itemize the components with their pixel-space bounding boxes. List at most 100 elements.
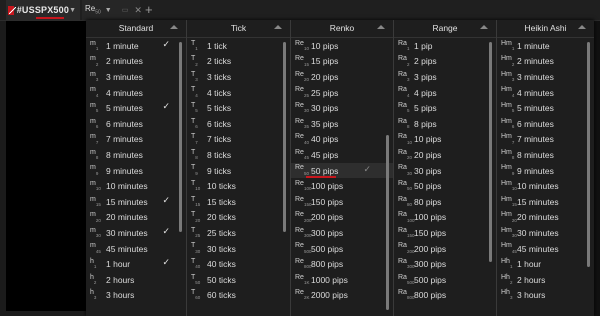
timeframe-option[interactable]: T9 9 ticks [187, 163, 290, 179]
timeframe-option[interactable]: m1 1 minute ✓ [86, 38, 186, 54]
scrollbar[interactable] [386, 135, 389, 310]
timeframe-option[interactable]: Re50 50 pips ✓ [291, 162, 393, 179]
scroll-up-icon[interactable] [170, 25, 178, 29]
timeframe-option[interactable]: Hm45 45 minutes [497, 241, 594, 257]
timeframe-option[interactable]: Re1K 1000 pips [291, 272, 393, 288]
timeframe-option[interactable]: T3 3 ticks [187, 69, 290, 85]
timeframe-option[interactable]: m7 7 minutes [86, 132, 186, 148]
timeframe-option[interactable]: Hh3 3 hours [497, 288, 594, 304]
timeframe-option[interactable]: T10 10 ticks [187, 178, 290, 194]
timeframe-option[interactable]: T6 6 ticks [187, 116, 290, 132]
timeframe-option[interactable]: T30 30 ticks [187, 241, 290, 257]
timeframe-option[interactable]: Ra50 50 pips [394, 178, 496, 194]
timeframe-option[interactable]: h3 3 hours [86, 288, 186, 304]
timeframe-option[interactable]: Re10 10 pips [291, 38, 393, 54]
timeframe-option[interactable]: Ra5 5 pips [394, 100, 496, 116]
tab-chart-type[interactable]: Re50 ▼ ▭ ✕ [82, 0, 142, 20]
timeframe-option[interactable]: Hm2 2 minutes [497, 54, 594, 70]
timeframe-option[interactable]: Ra10 10 pips [394, 132, 496, 148]
timeframe-option[interactable]: T15 15 ticks [187, 194, 290, 210]
timeframe-option[interactable]: Hm7 7 minutes [497, 132, 594, 148]
timeframe-option[interactable]: m30 30 minutes ✓ [86, 225, 186, 241]
timeframe-option[interactable]: Re200 200 pips [291, 210, 393, 226]
timeframe-option[interactable]: m8 8 minutes [86, 147, 186, 163]
timeframe-option[interactable]: T25 25 ticks [187, 225, 290, 241]
timeframe-option[interactable]: Ra2 2 pips [394, 54, 496, 70]
timeframe-option[interactable]: Re2K 2000 pips [291, 288, 393, 304]
chevron-down-icon[interactable]: ▼ [69, 7, 76, 14]
timeframe-option[interactable]: Hm15 15 minutes [497, 194, 594, 210]
timeframe-option[interactable]: Ra100 100 pips [394, 210, 496, 226]
chevron-down-icon[interactable]: ▼ [105, 7, 112, 14]
timeframe-option[interactable]: Re45 45 pips [291, 147, 393, 163]
timeframe-option[interactable]: T7 7 ticks [187, 132, 290, 148]
timeframe-option[interactable]: Re15 15 pips [291, 54, 393, 70]
timeframe-option[interactable]: Re35 35 pips [291, 116, 393, 132]
timeframe-option[interactable]: Hm6 6 minutes [497, 116, 594, 132]
timeframe-option[interactable]: Ra30 30 pips [394, 163, 496, 179]
timeframe-option[interactable]: h2 2 hours [86, 272, 186, 288]
timeframe-option[interactable]: T1 1 tick [187, 38, 290, 54]
timeframe-option[interactable]: m9 9 minutes [86, 163, 186, 179]
timeframe-option[interactable]: T20 20 ticks [187, 210, 290, 226]
scrollbar[interactable] [179, 42, 182, 232]
timeframe-option[interactable]: m45 45 minutes [86, 241, 186, 257]
timeframe-option[interactable]: Ra20 20 pips [394, 147, 496, 163]
timeframe-option[interactable]: Re150 150 pips [291, 194, 393, 210]
timeframe-option[interactable]: Ra500 500 pips [394, 272, 496, 288]
timeframe-option[interactable]: Ra800 800 pips [394, 288, 496, 304]
timeframe-option[interactable]: Hh2 2 hours [497, 272, 594, 288]
timeframe-option[interactable]: Ra200 200 pips [394, 241, 496, 257]
timeframe-option[interactable]: T40 40 ticks [187, 256, 290, 272]
scrollbar[interactable] [587, 42, 590, 267]
scrollbar[interactable] [283, 42, 286, 232]
timeframe-option[interactable]: Hm9 9 minutes [497, 163, 594, 179]
timeframe-option[interactable]: Hm20 20 minutes [497, 210, 594, 226]
tab-symbol[interactable]: #USSPX500 ▼ [6, 0, 80, 20]
timeframe-option[interactable]: h1 1 hour ✓ [86, 256, 186, 272]
close-icon[interactable]: ✕ [134, 5, 142, 16]
scroll-up-icon[interactable] [274, 25, 282, 29]
timeframe-option[interactable]: Hm4 4 minutes [497, 85, 594, 101]
timeframe-option[interactable]: Ra300 300 pips [394, 256, 496, 272]
timeframe-option[interactable]: Re800 800 pips [291, 256, 393, 272]
chart-canvas[interactable] [6, 21, 86, 311]
scrollbar[interactable] [489, 42, 492, 262]
timeframe-option[interactable]: Hm3 3 minutes [497, 69, 594, 85]
timeframe-option[interactable]: T50 50 ticks [187, 272, 290, 288]
scroll-up-icon[interactable] [480, 25, 488, 29]
timeframe-option[interactable]: m5 5 minutes ✓ [86, 100, 186, 116]
timeframe-option[interactable]: Re25 25 pips [291, 85, 393, 101]
scroll-up-icon[interactable] [377, 25, 385, 29]
timeframe-option[interactable]: Ra150 150 pips [394, 225, 496, 241]
timeframe-option[interactable]: m4 4 minutes [86, 85, 186, 101]
timeframe-option[interactable]: Ra8 8 pips [394, 116, 496, 132]
timeframe-option[interactable]: Ra3 3 pips [394, 69, 496, 85]
timeframe-option[interactable]: Hm10 10 minutes [497, 178, 594, 194]
timeframe-option[interactable]: Hh1 1 hour [497, 256, 594, 272]
scroll-up-icon[interactable] [578, 25, 586, 29]
timeframe-option[interactable]: Re20 20 pips [291, 69, 393, 85]
timeframe-option[interactable]: T5 5 ticks [187, 100, 290, 116]
timeframe-option[interactable]: Ra1 1 pip [394, 38, 496, 54]
timeframe-option[interactable]: m20 20 minutes [86, 210, 186, 226]
timeframe-option[interactable]: Re500 500 pips [291, 241, 393, 257]
timeframe-option[interactable]: Ra80 80 pips [394, 194, 496, 210]
add-tab-button[interactable]: + [145, 2, 153, 18]
timeframe-option[interactable]: Re40 40 pips [291, 132, 393, 148]
timeframe-option[interactable]: T60 60 ticks [187, 288, 290, 304]
window-icon[interactable]: ▭ [122, 6, 129, 14]
timeframe-option[interactable]: m6 6 minutes [86, 116, 186, 132]
timeframe-option[interactable]: m15 15 minutes ✓ [86, 194, 186, 210]
timeframe-option[interactable]: T2 2 ticks [187, 54, 290, 70]
timeframe-option[interactable]: Hm5 5 minutes [497, 100, 594, 116]
timeframe-option[interactable]: Hm8 8 minutes [497, 147, 594, 163]
timeframe-option[interactable]: m3 3 minutes [86, 69, 186, 85]
timeframe-option[interactable]: Re100 100 pips [291, 178, 393, 194]
timeframe-option[interactable]: Ra4 4 pips [394, 85, 496, 101]
timeframe-option[interactable]: Re300 300 pips [291, 225, 393, 241]
timeframe-option[interactable]: Hm1 1 minute [497, 38, 594, 54]
timeframe-option[interactable]: T4 4 ticks [187, 85, 290, 101]
timeframe-option[interactable]: T8 8 ticks [187, 147, 290, 163]
timeframe-option[interactable]: Re30 30 pips [291, 100, 393, 116]
